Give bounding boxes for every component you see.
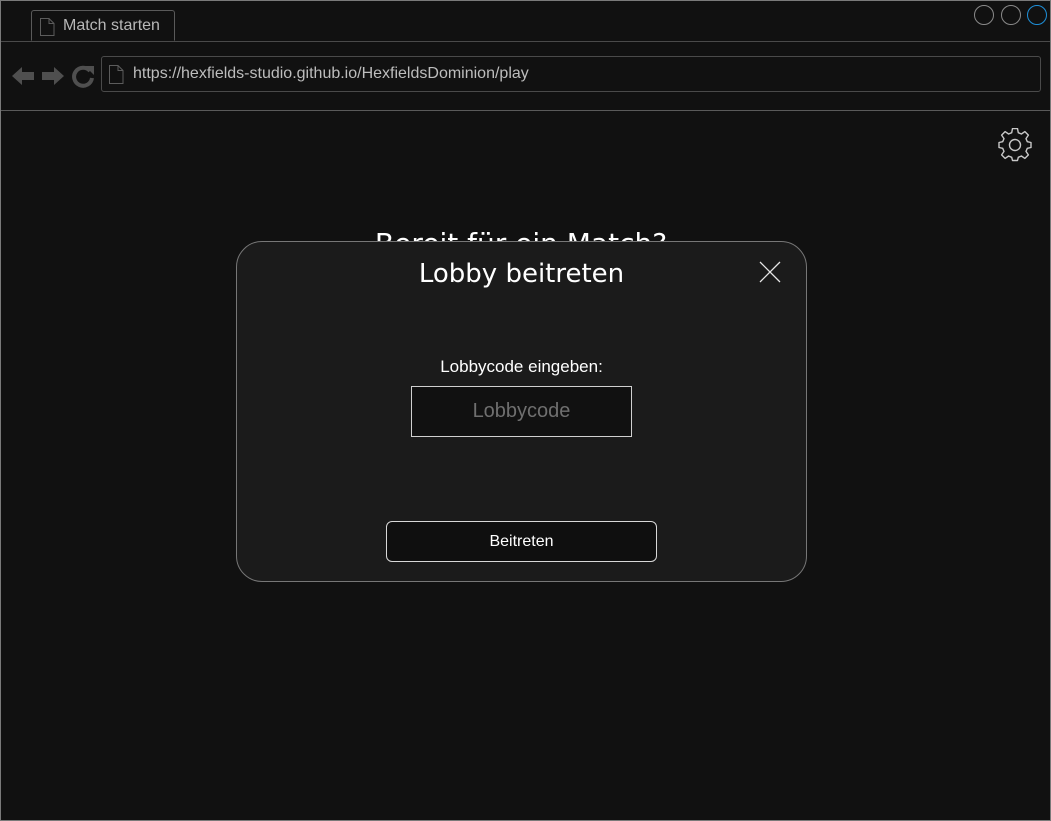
tab-title: Match starten xyxy=(63,17,160,34)
maximize-button[interactable] xyxy=(1000,5,1021,25)
gear-icon[interactable] xyxy=(998,128,1032,162)
dialog-title: Lobby beitreten xyxy=(418,259,625,289)
tab-match-starten[interactable]: Match starten xyxy=(31,10,175,41)
tab-strip: Match starten xyxy=(1,1,1050,42)
back-arrow-icon[interactable] xyxy=(11,64,35,88)
close-window-button[interactable] xyxy=(1027,5,1047,25)
lobby-code-label: Lobbycode eingeben: xyxy=(440,357,603,376)
window-controls xyxy=(972,5,1047,27)
browser-window: Match starten https://hexfields-studio.g… xyxy=(0,0,1051,821)
forward-arrow-icon[interactable] xyxy=(41,64,65,88)
minimize-button[interactable] xyxy=(974,5,995,25)
url-text: https://hexfields-studio.github.io/Hexfi… xyxy=(133,65,529,82)
close-icon[interactable] xyxy=(758,260,782,284)
address-bar[interactable]: https://hexfields-studio.github.io/Hexfi… xyxy=(101,56,1041,92)
reload-icon[interactable] xyxy=(71,64,95,88)
navigation-bar: https://hexfields-studio.github.io/Hexfi… xyxy=(1,42,1050,111)
page-icon xyxy=(109,65,124,84)
join-lobby-dialog: Lobby beitreten Lobbycode eingeben: Beit… xyxy=(236,241,807,582)
page-icon xyxy=(40,18,55,36)
lobby-code-input[interactable] xyxy=(411,386,632,437)
join-button[interactable]: Beitreten xyxy=(386,521,657,562)
